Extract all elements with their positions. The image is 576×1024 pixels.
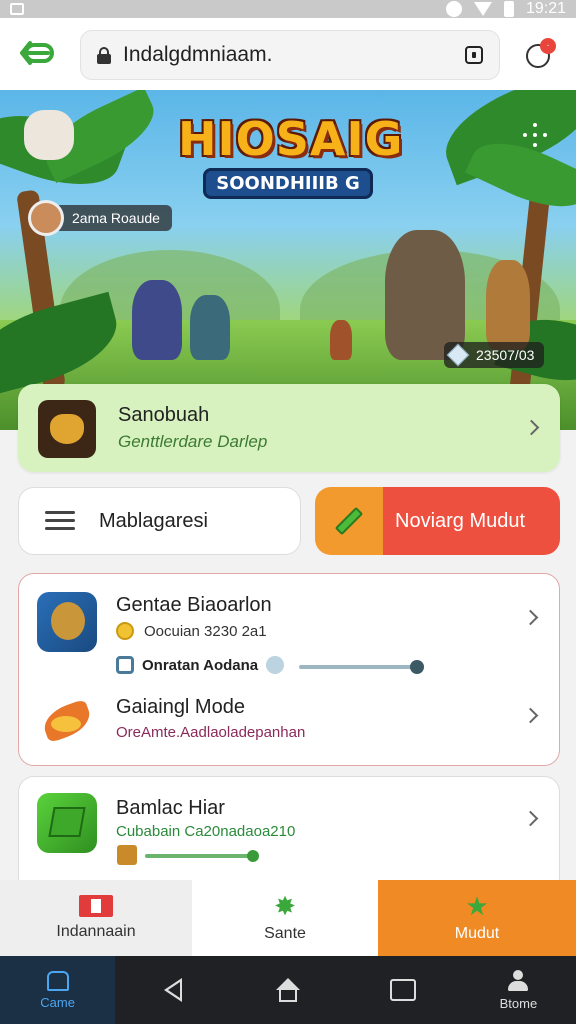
flag-icon: [79, 895, 113, 917]
status-bar: 19:21: [0, 0, 576, 18]
game-icon-cube: [37, 793, 97, 853]
player-label: 2ama Roaude: [54, 205, 172, 231]
navigate-button[interactable]: Noviarg Mudut: [315, 487, 560, 555]
chevron-right-icon: [522, 810, 539, 827]
featured-title: Sanobuah: [118, 404, 210, 426]
home-icon: [276, 978, 300, 1002]
tab-mudut[interactable]: ★ Mudut: [378, 880, 576, 956]
star-badge-icon: ✸: [274, 891, 296, 921]
recents-icon: [390, 979, 417, 1001]
game-list-card: Gentae Biaoarlon Oocuian 3230 2a1 Onrata…: [18, 573, 560, 766]
game-icon-dragon: [37, 692, 97, 752]
player-chip[interactable]: 2ama Roaude: [28, 200, 172, 236]
chevron-right-icon: [522, 707, 539, 724]
alarm-icon: [445, 1, 462, 17]
notifications-button[interactable]: ·: [526, 38, 556, 68]
notification-icon: [10, 3, 24, 15]
tab-sante[interactable]: ✸ Sante: [192, 880, 378, 956]
back-triangle-icon: [163, 978, 182, 1002]
nav-profile-button[interactable]: Btome: [461, 956, 576, 1024]
tab-label: Sante: [264, 925, 306, 942]
list-item-subtitle: Cubabain Ca20nadaoa210: [116, 823, 296, 840]
progress-knob[interactable]: [410, 660, 424, 674]
nav-profile-label: Btome: [499, 995, 538, 1011]
progress-knob[interactable]: [247, 850, 259, 862]
tab-label: Mudut: [454, 925, 500, 942]
nav-game-label: Came: [40, 994, 75, 1010]
url-text: Indalgdmniaam.: [123, 43, 273, 66]
more-options-icon[interactable]: [520, 120, 550, 150]
lock-icon: [97, 47, 111, 64]
tabs-icon[interactable]: [465, 46, 483, 64]
game-logo: HIOSAIG SOONDHIIIB G: [178, 112, 404, 199]
list-item-title: Gentae Biaoarlon: [116, 594, 272, 616]
featured-subtitle: Genttlerdare Darlep: [118, 432, 268, 451]
hero-character-boss: [385, 230, 465, 360]
notification-badge: ·: [540, 38, 556, 54]
wifi-icon: [473, 2, 492, 16]
progress-bar[interactable]: [145, 850, 259, 862]
list-item-title: Gaiaingl Mode: [116, 696, 245, 718]
system-recents-button[interactable]: [346, 956, 461, 1024]
bottom-tab-bar: Indannaain ✸ Sante ★ Mudut: [0, 880, 576, 956]
nav-game-button[interactable]: Came: [0, 956, 116, 1024]
person-icon: [507, 969, 529, 992]
star-icon: ★: [465, 891, 489, 921]
progress-bar[interactable]: [299, 660, 424, 674]
hamburger-icon: [45, 511, 75, 531]
tab-indannaain[interactable]: Indannaain: [0, 880, 192, 956]
system-home-button[interactable]: [230, 956, 345, 1024]
back-button[interactable]: [18, 38, 54, 68]
coin-icon: [116, 622, 134, 640]
list-item-subtitle: Oocuian 3230 2a1: [144, 622, 267, 640]
game-home-icon: [46, 970, 69, 991]
menu-button-label: Mablagaresi: [99, 509, 208, 532]
chevron-right-icon: [523, 419, 540, 436]
hero-character-1: [132, 280, 182, 360]
navigate-button-label: Noviarg Mudut: [383, 487, 560, 555]
address-bar: Indalgdmniaam. ·: [0, 18, 576, 90]
box-icon: [117, 845, 137, 865]
ball-icon: [266, 656, 285, 674]
gem-icon: [446, 343, 470, 367]
game-icon-helmet: [37, 592, 97, 652]
progress-label: Onratan Aodana: [142, 656, 259, 674]
pencil-icon: [334, 506, 364, 536]
hero-banner[interactable]: HIOSAIG SOONDHIIIB G 2ama Roaude 23507/0…: [0, 90, 576, 430]
status-time: 19:21: [525, 0, 566, 17]
featured-card[interactable]: Sanobuah Genttlerdare Darlep: [18, 384, 560, 472]
menu-button[interactable]: Mablagaresi: [18, 487, 301, 555]
system-back-button[interactable]: [115, 956, 230, 1024]
featured-game-icon: [38, 400, 96, 458]
settings-gear-icon: [116, 656, 134, 674]
chevron-right-icon: [522, 609, 539, 626]
list-item-subtitle: OreAmte.Aadlaoladepanhan: [116, 724, 306, 741]
battery-icon: [503, 1, 514, 17]
url-field[interactable]: Indalgdmniaam.: [80, 30, 500, 80]
avatar: [28, 200, 64, 236]
tab-label: Indannaain: [56, 923, 136, 940]
game-list-card-2: Bamlac Hiar Cubabain Ca20nadaoa210: [18, 776, 560, 896]
logo-subtitle: SOONDHIIIB G: [203, 168, 373, 199]
list-item-title: Bamlac Hiar: [116, 797, 225, 819]
back-arrow-icon: [20, 41, 54, 65]
score-chip: 23507/03: [444, 342, 545, 368]
system-navigation-bar: Came Btome: [0, 956, 576, 1024]
score-value: 23507/03: [476, 347, 535, 363]
logo-title: HIOSAIG: [178, 112, 404, 166]
